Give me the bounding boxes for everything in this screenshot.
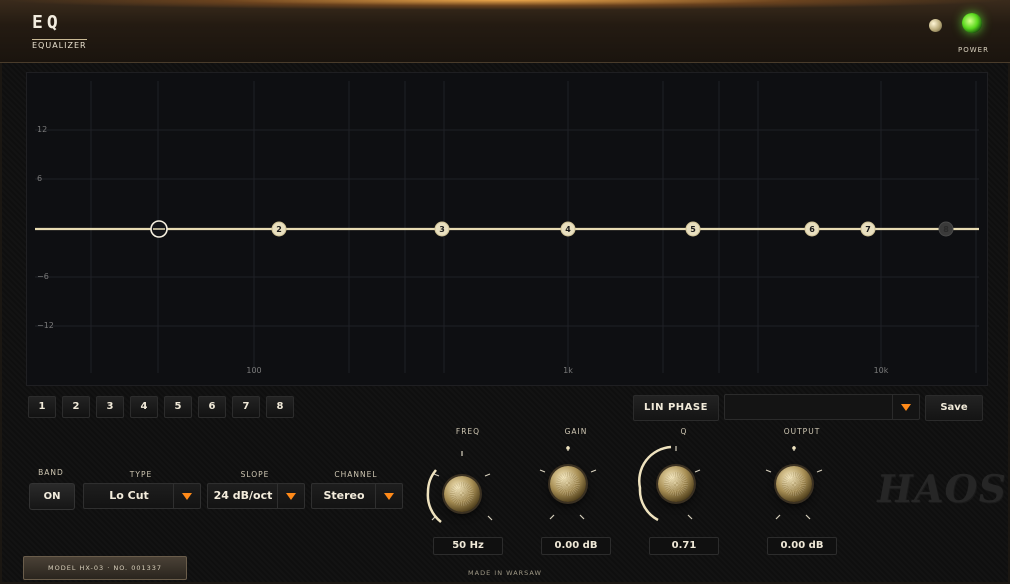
band-handle-1[interactable] [150, 220, 168, 238]
gain-knob[interactable] [550, 466, 586, 502]
type-caption: TYPE [129, 470, 153, 479]
lin-phase-button[interactable]: LIN PHASE [633, 395, 719, 421]
svg-text:3: 3 [439, 225, 445, 234]
preset-arrow-area[interactable] [892, 395, 919, 419]
band-handle-4[interactable]: 4 [560, 221, 576, 237]
mini-knob[interactable] [929, 19, 942, 32]
band-handle-3[interactable]: 3 [434, 221, 450, 237]
band-handle-2[interactable]: 2 [271, 221, 287, 237]
output-knob[interactable] [776, 466, 812, 502]
band-button-5[interactable]: 5 [164, 396, 192, 418]
gain-readout[interactable]: 0.00 dB [541, 537, 611, 555]
x-tick-10k: 10k [874, 366, 889, 375]
slope-select[interactable]: 24 dB/oct [207, 483, 305, 509]
freq-readout[interactable]: 50 Hz [433, 537, 503, 555]
freq-knob[interactable] [444, 476, 480, 512]
preset-dropdown[interactable] [724, 394, 920, 420]
q-readout[interactable]: 0.71 [649, 537, 719, 555]
x-tick-1k: 1k [563, 366, 573, 375]
channel-value: Stereo [323, 489, 365, 502]
channel-arrow-area [375, 484, 402, 508]
svg-text:8: 8 [943, 225, 949, 234]
band-button-8[interactable]: 8 [266, 396, 294, 418]
output-caption: OUTPUT [783, 427, 821, 436]
plugin-title: EQ [32, 12, 62, 33]
made-in-label: MADE IN WARSAW [468, 569, 542, 577]
band-handle-8[interactable]: 8 [938, 221, 954, 237]
plugin-subtitle: EQUALIZER [32, 39, 87, 50]
eq-graph[interactable]: 12 6 −6 −12 100 1k 10k 2 3 4 5 6 7 8 [26, 72, 988, 386]
svg-text:2: 2 [276, 225, 282, 234]
svg-text:4: 4 [565, 225, 571, 234]
q-knob[interactable] [658, 466, 694, 502]
band-button-3[interactable]: 3 [96, 396, 124, 418]
gain-caption: GAIN [564, 427, 588, 436]
band-button-4[interactable]: 4 [130, 396, 158, 418]
band-button-1[interactable]: 1 [28, 396, 56, 418]
band-button-6[interactable]: 6 [198, 396, 226, 418]
band-button-2[interactable]: 2 [62, 396, 90, 418]
svg-text:6: 6 [809, 225, 815, 234]
band-handle-5[interactable]: 5 [685, 221, 701, 237]
type-value: Lo Cut [109, 489, 149, 502]
y-tick-12: 12 [37, 125, 47, 134]
header-bar: EQ EQUALIZER POWER [0, 0, 1010, 63]
save-button[interactable]: Save [925, 395, 983, 421]
y-tick-neg6: −6 [37, 272, 49, 281]
channel-caption: CHANNEL [334, 470, 378, 479]
band-caption: BAND [38, 468, 64, 477]
band-handle-7[interactable]: 7 [860, 221, 876, 237]
slope-arrow-area [277, 484, 304, 508]
output-readout[interactable]: 0.00 dB [767, 537, 837, 555]
channel-select[interactable]: Stereo [311, 483, 403, 509]
band-handle-6[interactable]: 6 [804, 221, 820, 237]
type-select[interactable]: Lo Cut [83, 483, 201, 509]
slope-value: 24 dB/oct [213, 489, 273, 502]
band-button-7[interactable]: 7 [232, 396, 260, 418]
dropdown-arrow-icon [901, 404, 911, 411]
q-caption: Q [680, 427, 688, 436]
slope-caption: SLOPE [240, 470, 270, 479]
power-led-button[interactable] [962, 13, 982, 33]
power-label: POWER [958, 46, 989, 54]
y-tick-neg12: −12 [37, 321, 54, 330]
chevron-down-icon [384, 493, 394, 500]
chevron-down-icon [286, 493, 296, 500]
freq-caption: FREQ [455, 427, 481, 436]
x-tick-100: 100 [246, 366, 261, 375]
type-arrow-area [173, 484, 200, 508]
band-on-toggle[interactable]: ON [29, 483, 75, 510]
eq-graph-svg: 12 6 −6 −12 100 1k 10k 2 3 4 5 6 7 8 [35, 81, 979, 375]
svg-text:7: 7 [865, 225, 871, 234]
y-tick-6: 6 [37, 174, 42, 183]
brand-logo: HAOS [873, 466, 1010, 511]
chevron-down-icon [182, 493, 192, 500]
svg-text:5: 5 [690, 225, 696, 234]
